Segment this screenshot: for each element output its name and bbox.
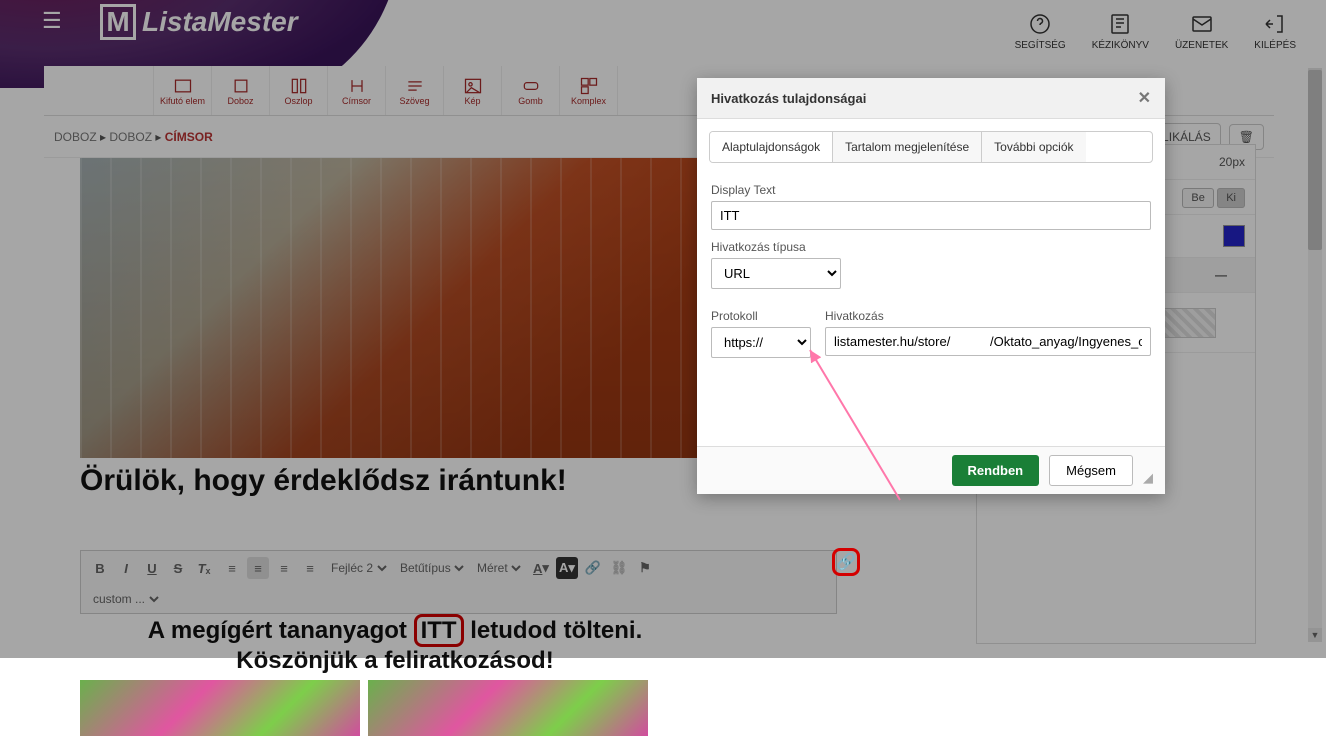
tab-display[interactable]: Tartalom megjelenítése bbox=[833, 132, 982, 162]
link-dialog: Hivatkozás tulajdonságai ✕ Alaptulajdons… bbox=[697, 78, 1165, 494]
image-thumb[interactable] bbox=[80, 680, 360, 736]
dialog-title: Hivatkozás tulajdonságai bbox=[711, 91, 866, 106]
dialog-tabs: Alaptulajdonságok Tartalom megjelenítése… bbox=[709, 131, 1153, 163]
url-label: Hivatkozás bbox=[825, 309, 1151, 323]
protocol-label: Protokoll bbox=[711, 309, 811, 323]
display-text-input[interactable] bbox=[711, 201, 1151, 230]
tab-more[interactable]: További opciók bbox=[982, 132, 1085, 162]
link-type-select[interactable]: URL bbox=[711, 258, 841, 289]
cancel-button[interactable]: Mégsem bbox=[1049, 455, 1133, 486]
annotation-link-highlight: 🔗 bbox=[832, 548, 860, 576]
close-icon[interactable]: ✕ bbox=[1138, 88, 1151, 108]
image-thumb[interactable] bbox=[368, 680, 648, 736]
link-type-label: Hivatkozás típusa bbox=[711, 240, 1151, 254]
image-row bbox=[80, 680, 648, 736]
dialog-footer: Rendben Mégsem ◢ bbox=[697, 446, 1165, 494]
dialog-body: Display Text Hivatkozás típusa URL Proto… bbox=[697, 163, 1165, 446]
display-text-label: Display Text bbox=[711, 183, 1151, 197]
tab-basic[interactable]: Alaptulajdonságok bbox=[710, 132, 833, 162]
url-input[interactable] bbox=[825, 327, 1151, 356]
dialog-header: Hivatkozás tulajdonságai ✕ bbox=[697, 78, 1165, 119]
resize-handle-icon[interactable]: ◢ bbox=[1143, 470, 1153, 486]
ok-button[interactable]: Rendben bbox=[952, 455, 1040, 486]
protocol-select[interactable]: https:// bbox=[711, 327, 811, 358]
